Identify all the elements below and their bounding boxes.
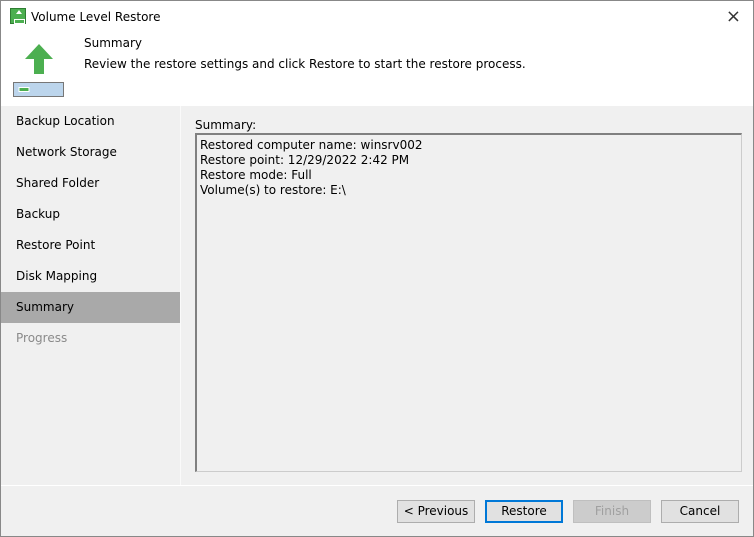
- close-icon[interactable]: ×: [726, 6, 741, 27]
- summary-panel: Summary: Restored computer name: winsrv0…: [182, 106, 753, 485]
- step-title: Summary: [84, 36, 142, 50]
- cancel-button[interactable]: Cancel: [661, 500, 739, 523]
- nav-backup[interactable]: Backup: [1, 199, 180, 230]
- step-description: Review the restore settings and click Re…: [84, 57, 526, 71]
- summary-line: Restore point: 12/29/2022 2:42 PM: [200, 153, 410, 167]
- app-restore-icon: [10, 8, 26, 24]
- nav-summary[interactable]: Summary: [1, 292, 180, 323]
- window-title: Volume Level Restore: [31, 10, 161, 24]
- title-bar: Volume Level Restore ×: [1, 1, 753, 33]
- volume-restore-icon: [13, 44, 64, 97]
- previous-button[interactable]: < Previous: [397, 500, 475, 523]
- restore-wizard-window: Volume Level Restore × Summary Review th…: [0, 0, 754, 537]
- summary-line: Volume(s) to restore: E:\: [200, 183, 346, 197]
- restore-button[interactable]: Restore: [485, 500, 563, 523]
- nav-shared-folder[interactable]: Shared Folder: [1, 168, 180, 199]
- nav-disk-mapping[interactable]: Disk Mapping: [1, 261, 180, 292]
- nav-progress: Progress: [16, 331, 68, 345]
- footer-divider: [1, 485, 753, 486]
- summary-line: Restored computer name: winsrv002: [200, 138, 423, 152]
- wizard-steps-nav: Backup Location Network Storage Shared F…: [1, 106, 181, 485]
- summary-line: Restore mode: Full: [200, 168, 312, 182]
- nav-network-storage[interactable]: Network Storage: [1, 137, 180, 168]
- summary-textbox[interactable]: Restored computer name: winsrv002 Restor…: [195, 133, 742, 472]
- nav-restore-point[interactable]: Restore Point: [1, 230, 180, 261]
- summary-label: Summary:: [195, 118, 257, 132]
- nav-backup-location[interactable]: Backup Location: [1, 106, 180, 137]
- wizard-header: Summary Review the restore settings and …: [1, 33, 753, 106]
- finish-button: Finish: [573, 500, 651, 523]
